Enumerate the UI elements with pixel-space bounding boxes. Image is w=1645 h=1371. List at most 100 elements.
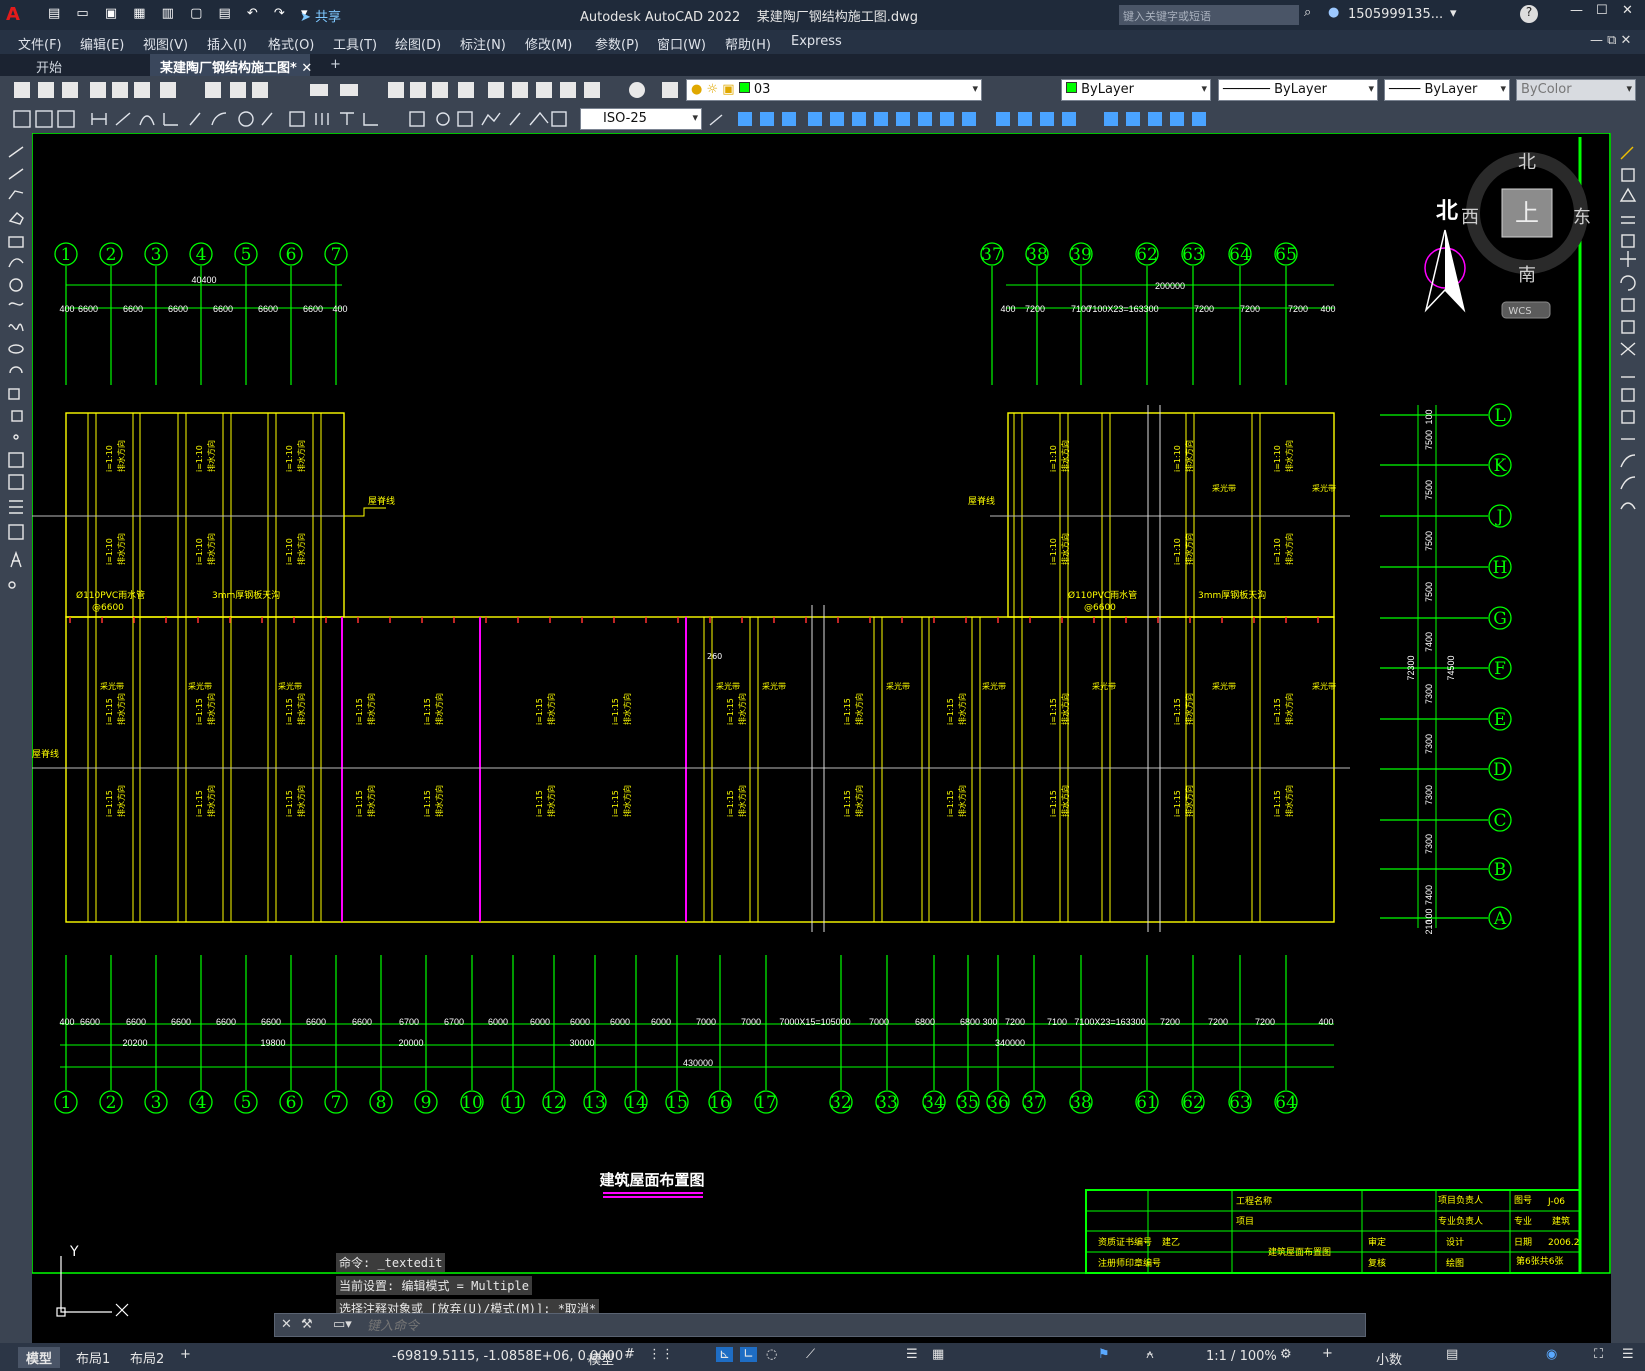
axis-number: 7 xyxy=(331,1093,342,1113)
axis-grid-lines xyxy=(60,266,1488,1090)
viewcube-west[interactable]: 西 xyxy=(1461,207,1479,228)
color-dropdown[interactable]: ByLayer ▾ xyxy=(1061,79,1211,101)
isolate-icon[interactable]: ◉ xyxy=(1546,1347,1557,1362)
layout-tab-2[interactable]: 布局2 xyxy=(126,1347,168,1368)
cmdline-close-icon[interactable]: ✕ xyxy=(281,1317,292,1332)
draw-tools-icons[interactable] xyxy=(0,133,32,593)
annotation-visibility-icon[interactable]: ⚑ xyxy=(1098,1347,1110,1362)
standard-toolbar-icons[interactable] xyxy=(0,76,680,105)
menu-modify[interactable]: 修改(M) xyxy=(525,34,572,53)
grid-icon[interactable]: # xyxy=(624,1347,635,1362)
fullscreen-icon[interactable]: ⛶ xyxy=(1594,1347,1603,1362)
dimension-value: 6600 xyxy=(213,304,233,314)
drain-label: 排水方向 xyxy=(296,785,306,817)
menu-window[interactable]: 窗口(W) xyxy=(657,34,706,53)
layout-tab-model[interactable]: 模型 xyxy=(18,1347,61,1368)
maximize-button[interactable]: ☐ xyxy=(1596,3,1608,18)
share-button[interactable]: ➤ 共享 xyxy=(300,6,341,25)
model-space-button[interactable]: 模型 xyxy=(588,1349,614,1368)
menu-dimension[interactable]: 标注(N) xyxy=(460,34,506,53)
lineweight-icon[interactable]: ☰ xyxy=(906,1347,918,1362)
dimstyle-dropdown[interactable]: ISO-25 ▾ xyxy=(580,108,702,130)
polar-icon[interactable]: ∟ xyxy=(740,1347,757,1362)
annotation-scale-icon[interactable]: ⍲ xyxy=(1146,1347,1154,1362)
autocad-logo-icon[interactable]: A xyxy=(6,4,20,25)
wrench-icon[interactable]: ⚒ xyxy=(301,1317,313,1332)
menu-format[interactable]: 格式(O) xyxy=(268,34,314,53)
restore-doc-button[interactable]: — ⧉ ✕ xyxy=(1590,33,1631,48)
plotstyle-dropdown[interactable]: ByColor ▾ xyxy=(1516,79,1636,101)
command-input[interactable] xyxy=(367,1316,1347,1334)
menu-edit[interactable]: 编辑(E) xyxy=(80,34,124,53)
viewcube[interactable]: 上 北 南 东 西 WCS xyxy=(1461,152,1591,319)
osnap-icon[interactable]: ◌ xyxy=(766,1347,777,1362)
recent-commands-icon[interactable]: ▭▾ xyxy=(333,1317,352,1332)
slope-label: i=1:15 xyxy=(726,698,735,725)
transparency-icon[interactable]: ▦ xyxy=(932,1347,944,1362)
menu-parameter[interactable]: 参数(P) xyxy=(595,34,639,53)
axis-letter: B xyxy=(1494,860,1507,880)
plus-icon[interactable]: + xyxy=(1322,1346,1333,1361)
axis-letter: J xyxy=(1495,507,1504,527)
add-layout-button[interactable]: + xyxy=(180,1347,191,1362)
axis-number: 12 xyxy=(543,1093,565,1113)
tab-drawing[interactable]: 某建陶厂钢结构施工图* ✕ xyxy=(150,54,312,76)
annotation-scale[interactable]: 1:1 / 100% xyxy=(1206,1349,1277,1364)
minimize-button[interactable]: — xyxy=(1570,3,1583,18)
customize-icon[interactable]: ☰ xyxy=(1622,1347,1634,1362)
building-outline xyxy=(32,405,1350,932)
dimension-value: 7200 xyxy=(1208,1017,1228,1027)
user-name[interactable]: 1505999135... xyxy=(1348,7,1443,22)
linetype-dropdown[interactable]: ────── ByLayer ▾ xyxy=(1218,79,1378,101)
user-icon[interactable]: ● xyxy=(1328,5,1339,20)
dimension-value: 6600 xyxy=(78,304,98,314)
modify-tools-icons[interactable] xyxy=(1611,133,1645,553)
menu-draw[interactable]: 绘图(D) xyxy=(395,34,441,53)
titleblock-text: 图号 xyxy=(1514,1195,1532,1206)
dimension-note: 260 xyxy=(707,652,722,661)
units-dropdown[interactable]: 小数 xyxy=(1376,1349,1402,1368)
dimension-value: 7200 xyxy=(1160,1017,1180,1027)
drain-label: 排水方向 xyxy=(1284,693,1294,725)
titleblock-text: 工程名称 xyxy=(1236,1195,1272,1207)
axis-number: 14 xyxy=(625,1093,647,1113)
document-tabs: 开始 某建陶厂钢结构施工图* ✕ + xyxy=(0,54,1645,76)
axis-number: 8 xyxy=(376,1093,387,1113)
viewcube-south[interactable]: 南 xyxy=(1518,265,1536,286)
axis-number: 33 xyxy=(876,1093,898,1113)
slope-label: i=1:15 xyxy=(1173,790,1182,817)
layer-dropdown[interactable]: ● ☼ ▣ 03 ▾ xyxy=(686,79,982,101)
wcs-menu[interactable]: WCS xyxy=(1508,306,1531,317)
close-button[interactable]: ✕ xyxy=(1622,3,1633,18)
search-icon[interactable]: ⌕ xyxy=(1304,5,1311,20)
title-block: 工程名称项目 项目负责人专业负责人 图号 J-06 专业 建筑资质证书编号 建乙注册师印章编… xyxy=(1086,1190,1580,1273)
search-input[interactable]: 键入关键字或短语 xyxy=(1119,5,1299,25)
lineweight-dropdown[interactable]: ──── ByLayer ▾ xyxy=(1384,79,1510,101)
help-button[interactable]: ? xyxy=(1520,5,1538,23)
viewcube-east[interactable]: 东 xyxy=(1573,207,1591,228)
close-tab-icon[interactable]: ✕ xyxy=(301,61,312,76)
cart-icon[interactable]: ▾ xyxy=(1450,6,1457,21)
properties-icon[interactable]: ▤ xyxy=(1446,1347,1458,1362)
axis-number: 36 xyxy=(987,1093,1009,1113)
new-tab-button[interactable]: + xyxy=(320,54,351,76)
axis-number: 5 xyxy=(241,1093,252,1113)
viewcube-north[interactable]: 北 xyxy=(1518,152,1536,173)
gear-icon[interactable]: ⚙ xyxy=(1280,1347,1292,1362)
menu-view[interactable]: 视图(V) xyxy=(143,34,188,53)
axis-number: 7 xyxy=(331,245,342,265)
tab-start[interactable]: 开始 xyxy=(26,54,146,76)
slope-label: i=1:15 xyxy=(423,790,432,817)
command-line[interactable]: ✕ ⚒ ▭▾ xyxy=(274,1313,1366,1337)
menu-file[interactable]: 文件(F) xyxy=(18,34,62,53)
viewcube-top[interactable]: 上 xyxy=(1515,199,1539,227)
snap-icon[interactable]: ⋮⋮ xyxy=(648,1347,674,1362)
ortho-icon[interactable]: ⊾ xyxy=(716,1347,733,1362)
otrack-icon[interactable]: ⟋ xyxy=(806,1347,815,1362)
menu-insert[interactable]: 插入(I) xyxy=(207,34,247,53)
menu-express[interactable]: Express xyxy=(791,34,842,49)
drawing-canvas[interactable]: 1 2 3 4 5 6 7 37 38 39 62 63 64 65 1 2 3 4 5 6 7 8 9 10 11 12 13 14… xyxy=(32,133,1611,1343)
menu-help[interactable]: 帮助(H) xyxy=(725,34,771,53)
menu-tools[interactable]: 工具(T) xyxy=(333,34,377,53)
layout-tab-1[interactable]: 布局1 xyxy=(72,1347,114,1368)
